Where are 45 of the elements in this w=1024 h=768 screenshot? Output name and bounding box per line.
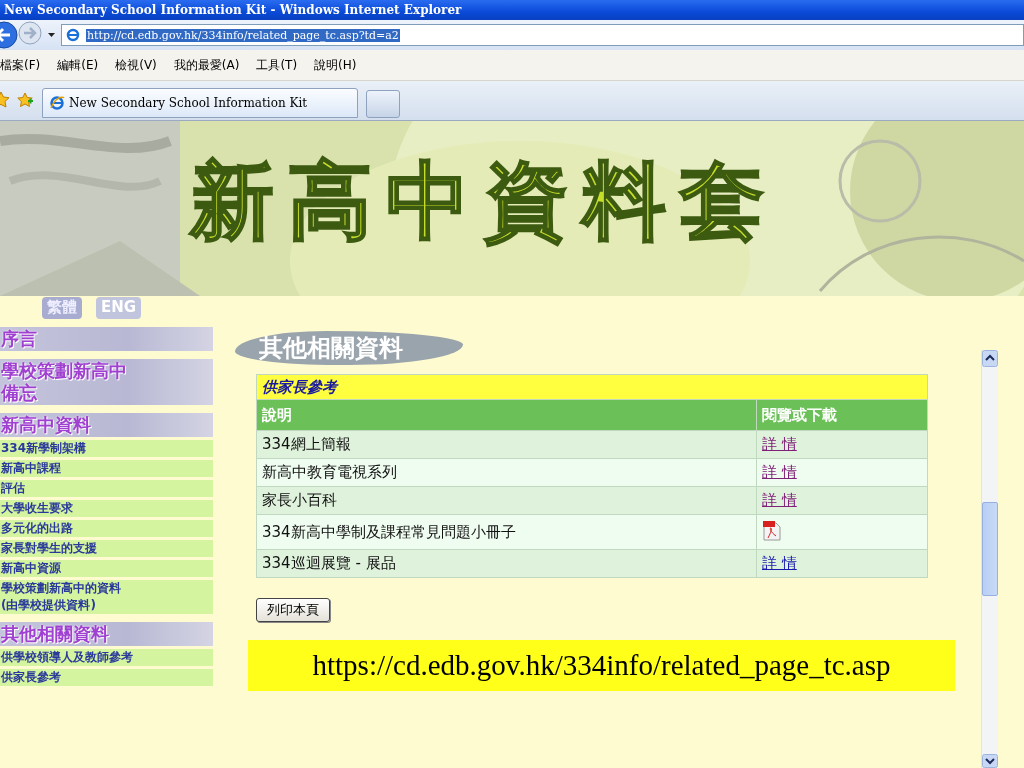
pdf-icon[interactable] [762, 519, 781, 541]
menu-item[interactable]: 檔案(F) [0, 56, 41, 74]
scroll-up-icon[interactable] [982, 350, 998, 367]
sidebar-item[interactable]: 多元化的出路 [0, 520, 213, 537]
details-link[interactable]: 詳 情 [762, 491, 797, 509]
scrollbar[interactable] [981, 350, 998, 768]
url-caption: https://cd.edb.gov.hk/334info/related_page_tc.asp [312, 649, 891, 682]
page-icon [49, 95, 65, 111]
sidebar-item[interactable]: 家長對學生的支援 [0, 540, 213, 557]
table-cell: 334巡迴展覽 - 展品 [256, 549, 757, 578]
column-header: 說明 [256, 399, 757, 431]
sidebar-item[interactable]: 供學校領導人及教師參考 [0, 649, 213, 666]
sidebar-item[interactable]: 供家長參考 [0, 669, 213, 686]
sidebar-item[interactable]: 新高中資源 [0, 560, 213, 577]
table-cell: 334新高中學制及課程常見問題小冊子 [256, 514, 757, 550]
table-cell: 家長小百科 [256, 486, 757, 515]
scroll-thumb[interactable] [982, 502, 998, 596]
sidebar-item[interactable]: 大學收生要求 [0, 500, 213, 517]
details-link[interactable]: 詳 情 [762, 463, 797, 481]
details-link[interactable]: 詳 情 [762, 554, 797, 572]
add-favorite-icon[interactable] [17, 91, 34, 108]
dropdown-icon[interactable] [48, 33, 55, 37]
address-field[interactable]: http://cd.edb.gov.hk/334info/related_page_tc.asp?td=a2 [61, 24, 1024, 46]
sidebar-item[interactable]: 評估 [0, 480, 213, 497]
menu-item[interactable]: 編輯(E) [57, 56, 99, 74]
window-title: New Secondary School Information Kit - Windows Internet Explorer [4, 3, 462, 17]
sidebar-item[interactable]: 334新學制架構 [0, 440, 213, 457]
page-heading: 其他相關資料 [235, 331, 463, 365]
menu-item[interactable]: 說明(H) [314, 56, 357, 74]
sidebar-item[interactable]: 學校策劃新高中的資料 (由學校提供資料) [0, 580, 213, 614]
menu-item[interactable]: 檢視(V) [115, 56, 157, 74]
new-tab-button[interactable] [366, 90, 400, 118]
table-caption: 供家長參考 [256, 374, 928, 400]
table-cell: 新高中教育電視系列 [256, 458, 757, 487]
sidebar-item[interactable]: 新高中課程 [0, 460, 213, 477]
table-cell: 334網上簡報 [256, 430, 757, 459]
menu-item[interactable]: 我的最愛(A) [173, 56, 240, 74]
scroll-down-icon[interactable] [982, 754, 998, 768]
page-icon [66, 28, 80, 42]
url-text: http://cd.edb.gov.hk/334info/related_page_tc.asp?td=a2 [86, 28, 400, 42]
browser-tab[interactable]: New Secondary School Information Kit [42, 88, 358, 118]
print-button[interactable]: 列印本頁 [256, 598, 330, 622]
menu-item[interactable]: 工具(T) [256, 56, 298, 74]
column-header: 閱覽或下載 [756, 399, 928, 431]
details-link[interactable]: 詳 情 [762, 435, 797, 453]
